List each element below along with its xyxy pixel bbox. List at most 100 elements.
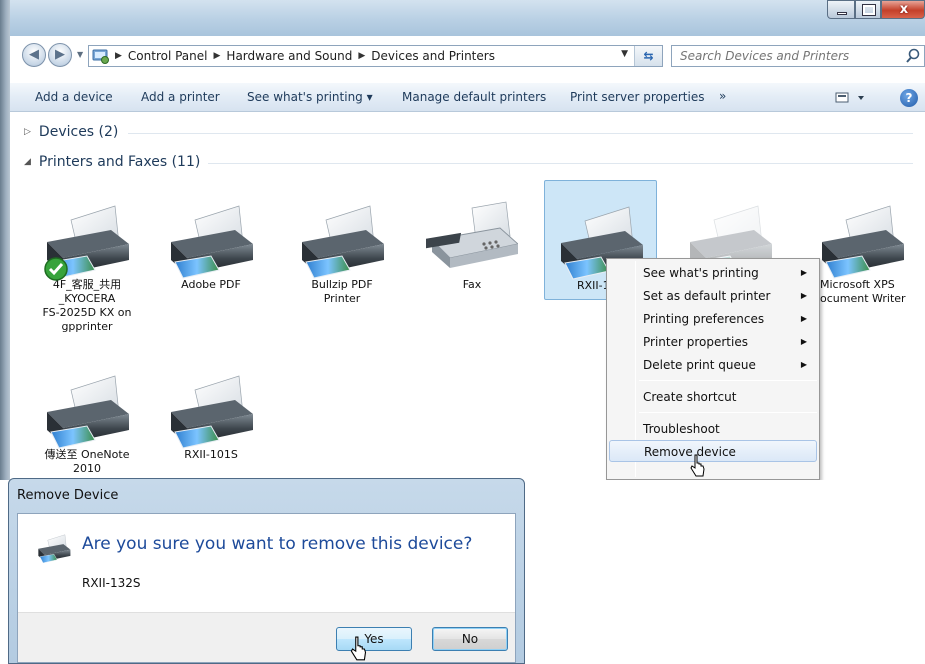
menu-item-label: See what's printing — [643, 266, 759, 280]
submenu-arrow-icon: ▶ — [800, 314, 807, 323]
minimize-button[interactable] — [827, 0, 855, 19]
menu-item-printer-properties[interactable]: Printer properties ▶ — [609, 331, 817, 353]
printer-label: Bullzip PDF Printer — [311, 278, 373, 305]
no-button[interactable]: No — [432, 627, 508, 651]
fax-icon — [423, 200, 520, 272]
printer-item-microsoft-xps[interactable]: Microsoft XPS ocument Writer — [806, 200, 918, 306]
add-printer-button[interactable]: Add a printer — [141, 90, 220, 104]
breadcrumb-separator: ▶ — [115, 51, 122, 61]
printer-icon — [41, 200, 133, 281]
minimize-icon — [837, 12, 847, 15]
add-device-button[interactable]: Add a device — [35, 90, 113, 104]
more-commands-button[interactable]: » — [719, 89, 726, 103]
menu-item-label: Delete print queue — [643, 358, 756, 372]
menu-item-label: Set as default printer — [643, 289, 771, 303]
help-icon: ? — [905, 91, 913, 105]
menu-item-delete-print-queue[interactable]: Delete print queue ▶ — [609, 354, 817, 376]
menu-item-troubleshoot[interactable]: Troubleshoot — [609, 418, 817, 440]
submenu-arrow-icon: ▶ — [800, 291, 807, 300]
yes-button[interactable]: Yes — [336, 627, 412, 651]
help-button[interactable]: ? — [900, 89, 918, 107]
dialog-question: Are you sure you want to remove this dev… — [82, 534, 473, 554]
printer-item-kyocera[interactable]: 4F_客服_共用 _KYOCERA FS-2025D KX on gpprint… — [31, 200, 143, 334]
context-menu: See what's printing ▶ Set as default prin… — [606, 258, 820, 480]
devices-and-printers-window: x ◀ ▶ ▼ ▶ Control Panel ▶ Hardware and S… — [0, 0, 925, 480]
forward-button[interactable]: ▶ — [48, 43, 72, 67]
printer-icon — [165, 200, 257, 279]
menu-item-label: Printer properties — [643, 335, 748, 349]
forward-arrow-icon: ▶ — [55, 47, 65, 62]
printer-icon — [38, 534, 71, 564]
breadcrumb-devices-and-printers[interactable]: Devices and Printers — [371, 49, 495, 63]
search-input[interactable] — [672, 46, 892, 66]
refresh-button[interactable]: ⇆ — [634, 46, 662, 66]
menu-separator — [639, 412, 817, 413]
group-header-printers[interactable]: ◢ Printers and Faxes (11) — [24, 154, 200, 170]
see-whats-printing-button[interactable]: See what's printing ▾ — [247, 90, 373, 104]
submenu-arrow-icon: ▶ — [800, 360, 807, 369]
menu-item-create-shortcut[interactable]: Create shortcut — [609, 386, 817, 408]
control-panel-icon — [89, 46, 113, 66]
dialog-footer: Yes No — [18, 612, 515, 662]
mouse-cursor-icon — [690, 454, 705, 477]
printer-label: Adobe PDF — [181, 278, 241, 291]
group-title-printers: Printers and Faxes (11) — [38, 154, 201, 170]
address-bar[interactable]: ▶ Control Panel ▶ Hardware and Sound ▶ D… — [88, 45, 663, 67]
change-view-button[interactable] — [834, 89, 870, 107]
menu-item-set-default[interactable]: Set as default printer ▶ — [609, 285, 817, 307]
menu-item-remove-device[interactable]: Remove device — [609, 440, 817, 462]
remove-device-dialog: Remove Device Are you sure you want to r… — [8, 478, 525, 664]
window-frame — [0, 0, 10, 480]
close-button[interactable]: x — [881, 0, 925, 19]
maximize-icon — [862, 4, 876, 16]
printer-label: 4F_客服_共用 _KYOCERA FS-2025D KX on gpprint… — [42, 278, 132, 333]
printer-label: RXII-101S — [184, 448, 238, 461]
menu-item-label: Printing preferences — [643, 312, 765, 326]
back-button[interactable]: ◀ — [22, 43, 46, 67]
dialog-title[interactable]: Remove Device — [17, 488, 118, 503]
breadcrumb-separator[interactable]: ▶ — [214, 51, 221, 61]
menu-item-printing-preferences[interactable]: Printing preferences ▶ — [609, 308, 817, 330]
mouse-cursor-icon — [350, 636, 367, 661]
printer-icon — [296, 200, 388, 279]
expand-icon: ▷ — [24, 127, 31, 137]
manage-default-printers-button[interactable]: Manage default printers — [402, 90, 546, 104]
recent-pages-dropdown[interactable]: ▼ — [77, 50, 83, 59]
submenu-arrow-icon: ▶ — [800, 268, 807, 277]
printer-item-adobe-pdf[interactable]: Adobe PDF — [155, 200, 267, 292]
title-bar[interactable]: x — [10, 0, 925, 36]
menu-item-label: Create shortcut — [643, 390, 737, 404]
fax-label: Fax — [462, 278, 482, 291]
close-icon: x — [899, 2, 909, 17]
group-header-devices[interactable]: ▷ Devices (2) — [24, 124, 118, 140]
printer-label: 傳送至 OneNote 2010 — [44, 448, 130, 475]
submenu-arrow-icon: ▶ — [800, 337, 807, 346]
maximize-button[interactable] — [855, 0, 881, 19]
group-divider — [208, 163, 913, 164]
menu-separator — [639, 380, 817, 381]
breadcrumb-hardware-and-sound[interactable]: Hardware and Sound — [226, 49, 352, 63]
printer-item-fax[interactable]: Fax — [416, 200, 528, 292]
dialog-body: Are you sure you want to remove this dev… — [17, 513, 516, 663]
device-name: RXII-132S — [82, 576, 141, 590]
printer-item-rxii-101s[interactable]: RXII-101S — [155, 370, 267, 462]
search-box[interactable] — [671, 45, 925, 67]
search-icon[interactable] — [906, 48, 920, 64]
menu-item-see-whats-printing[interactable]: See what's printing ▶ — [609, 262, 817, 284]
command-bar: Add a device Add a printer See what's pr… — [10, 82, 925, 112]
printer-icon — [165, 370, 257, 449]
back-arrow-icon: ◀ — [29, 47, 39, 62]
address-dropdown[interactable]: ▼ — [621, 49, 628, 59]
breadcrumb-control-panel[interactable]: Control Panel — [128, 49, 208, 63]
view-icon — [835, 92, 864, 103]
menu-item-label: Troubleshoot — [643, 422, 720, 436]
collapse-icon: ◢ — [24, 157, 31, 167]
breadcrumb-separator[interactable]: ▶ — [358, 51, 365, 61]
printer-icon — [41, 370, 133, 449]
printer-item-bullzip-pdf[interactable]: Bullzip PDF Printer — [286, 200, 398, 306]
printer-label: Microsoft XPS ocument Writer — [820, 278, 906, 305]
group-divider — [128, 133, 913, 134]
printer-icon — [816, 200, 908, 279]
printer-item-onenote[interactable]: 傳送至 OneNote 2010 — [31, 370, 143, 476]
print-server-properties-button[interactable]: Print server properties — [570, 90, 704, 104]
